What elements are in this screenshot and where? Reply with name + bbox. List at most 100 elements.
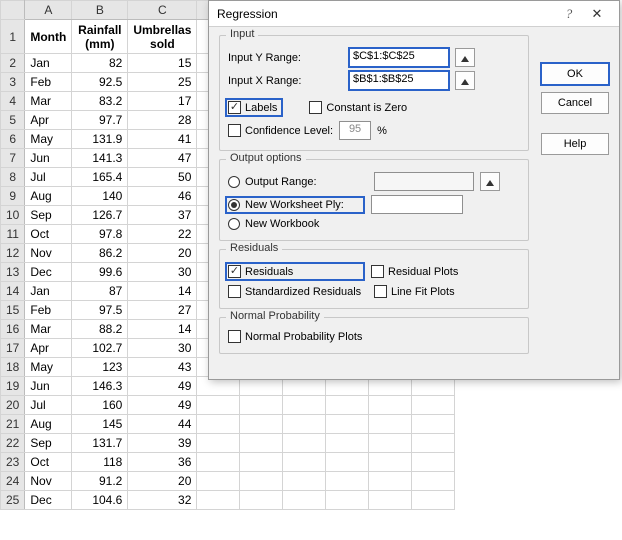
cell[interactable] bbox=[326, 453, 369, 472]
row-header[interactable]: 12 bbox=[1, 244, 25, 263]
cell[interactable]: 141.3 bbox=[72, 149, 128, 168]
cell[interactable] bbox=[412, 396, 455, 415]
help-icon[interactable]: ? bbox=[555, 6, 583, 22]
row-header[interactable]: 5 bbox=[1, 111, 25, 130]
cell[interactable]: 86.2 bbox=[72, 244, 128, 263]
cell[interactable]: Oct bbox=[25, 453, 72, 472]
cell[interactable]: 14 bbox=[128, 320, 197, 339]
cell[interactable]: 140 bbox=[72, 187, 128, 206]
new-worksheet-radio[interactable]: New Worksheet Ply: bbox=[225, 196, 365, 214]
cell[interactable]: 49 bbox=[128, 396, 197, 415]
cell[interactable]: Nov bbox=[25, 472, 72, 491]
confidence-level-input[interactable]: 95 bbox=[339, 121, 371, 140]
cell[interactable] bbox=[197, 491, 240, 510]
cell[interactable]: 49 bbox=[128, 377, 197, 396]
confidence-level-checkbox[interactable]: Confidence Level: bbox=[228, 124, 333, 137]
cell[interactable] bbox=[412, 491, 455, 510]
cell[interactable] bbox=[369, 396, 412, 415]
cell[interactable] bbox=[326, 396, 369, 415]
row-header[interactable]: 6 bbox=[1, 130, 25, 149]
cell[interactable]: May bbox=[25, 130, 72, 149]
cell[interactable]: 15 bbox=[128, 54, 197, 73]
cell[interactable]: Oct bbox=[25, 225, 72, 244]
cell[interactable] bbox=[283, 434, 326, 453]
cell[interactable] bbox=[240, 415, 283, 434]
cell[interactable]: 165.4 bbox=[72, 168, 128, 187]
cell[interactable] bbox=[240, 396, 283, 415]
cell[interactable]: Jul bbox=[25, 168, 72, 187]
residual-plots-checkbox[interactable]: Residual Plots bbox=[371, 265, 458, 278]
cell[interactable]: Jan bbox=[25, 282, 72, 301]
cell[interactable]: Dec bbox=[25, 491, 72, 510]
cell[interactable]: 39 bbox=[128, 434, 197, 453]
cell[interactable] bbox=[240, 453, 283, 472]
cell[interactable] bbox=[369, 434, 412, 453]
cell[interactable]: 104.6 bbox=[72, 491, 128, 510]
cell[interactable]: 88.2 bbox=[72, 320, 128, 339]
row-header[interactable]: 7 bbox=[1, 149, 25, 168]
labels-checkbox[interactable]: Labels bbox=[225, 98, 283, 117]
cell[interactable] bbox=[283, 396, 326, 415]
cell[interactable]: 41 bbox=[128, 130, 197, 149]
cell[interactable]: Apr bbox=[25, 111, 72, 130]
cell[interactable]: Mar bbox=[25, 92, 72, 111]
cell[interactable] bbox=[283, 491, 326, 510]
row-header[interactable]: 24 bbox=[1, 472, 25, 491]
cell[interactable]: Aug bbox=[25, 415, 72, 434]
row-header[interactable]: 18 bbox=[1, 358, 25, 377]
cell[interactable]: May bbox=[25, 358, 72, 377]
cell[interactable] bbox=[412, 415, 455, 434]
cell[interactable]: Month bbox=[25, 20, 72, 54]
cell[interactable] bbox=[197, 472, 240, 491]
cell[interactable]: 36 bbox=[128, 453, 197, 472]
line-fit-plots-checkbox[interactable]: Line Fit Plots bbox=[374, 285, 455, 298]
cell[interactable]: Mar bbox=[25, 320, 72, 339]
cell[interactable]: 50 bbox=[128, 168, 197, 187]
cell[interactable]: Rainfall (mm) bbox=[72, 20, 128, 54]
cell[interactable]: Umbrellas sold bbox=[128, 20, 197, 54]
cell[interactable]: 146.3 bbox=[72, 377, 128, 396]
col-header[interactable]: C bbox=[128, 1, 197, 20]
row-header[interactable]: 10 bbox=[1, 206, 25, 225]
cell[interactable]: 131.7 bbox=[72, 434, 128, 453]
new-worksheet-input[interactable] bbox=[371, 195, 463, 214]
cell[interactable]: 44 bbox=[128, 415, 197, 434]
cell[interactable] bbox=[197, 434, 240, 453]
constant-zero-checkbox[interactable]: Constant is Zero bbox=[309, 101, 407, 114]
cell[interactable]: 27 bbox=[128, 301, 197, 320]
cell[interactable]: 28 bbox=[128, 111, 197, 130]
cell[interactable]: Feb bbox=[25, 73, 72, 92]
cell[interactable] bbox=[197, 396, 240, 415]
cell[interactable] bbox=[240, 434, 283, 453]
row-header[interactable]: 13 bbox=[1, 263, 25, 282]
cell[interactable]: Jun bbox=[25, 149, 72, 168]
cell[interactable] bbox=[283, 453, 326, 472]
cell[interactable]: Nov bbox=[25, 244, 72, 263]
row-header[interactable]: 14 bbox=[1, 282, 25, 301]
output-range-input[interactable] bbox=[374, 172, 474, 191]
row-header[interactable]: 4 bbox=[1, 92, 25, 111]
cell[interactable] bbox=[369, 453, 412, 472]
cell[interactable]: 102.7 bbox=[72, 339, 128, 358]
cell[interactable] bbox=[283, 415, 326, 434]
row-header[interactable]: 15 bbox=[1, 301, 25, 320]
close-icon[interactable]: ✕ bbox=[583, 6, 611, 22]
cell[interactable]: 123 bbox=[72, 358, 128, 377]
cell[interactable] bbox=[412, 453, 455, 472]
cell[interactable]: Apr bbox=[25, 339, 72, 358]
cell[interactable]: 97.5 bbox=[72, 301, 128, 320]
row-header[interactable]: 23 bbox=[1, 453, 25, 472]
row-header[interactable]: 22 bbox=[1, 434, 25, 453]
cell[interactable]: 22 bbox=[128, 225, 197, 244]
cell[interactable] bbox=[240, 472, 283, 491]
row-header[interactable]: 8 bbox=[1, 168, 25, 187]
row-header[interactable]: 2 bbox=[1, 54, 25, 73]
row-header[interactable]: 17 bbox=[1, 339, 25, 358]
row-header[interactable]: 19 bbox=[1, 377, 25, 396]
cell[interactable]: Dec bbox=[25, 263, 72, 282]
cell[interactable]: 97.7 bbox=[72, 111, 128, 130]
cell[interactable]: 87 bbox=[72, 282, 128, 301]
cell[interactable]: 46 bbox=[128, 187, 197, 206]
cell[interactable] bbox=[326, 472, 369, 491]
cell[interactable]: 32 bbox=[128, 491, 197, 510]
